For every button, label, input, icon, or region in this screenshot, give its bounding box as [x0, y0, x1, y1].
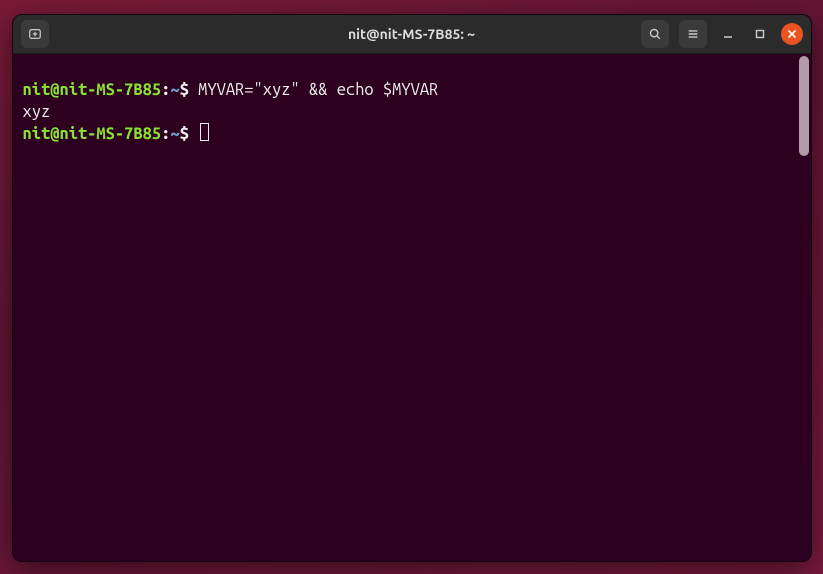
search-icon — [648, 27, 662, 41]
close-button[interactable] — [781, 23, 803, 45]
prompt-symbol: $ — [180, 125, 189, 143]
hamburger-icon — [686, 27, 700, 41]
prompt-sep: : — [161, 81, 170, 99]
terminal-window: nit@nit-MS-7B85: ~ — [12, 14, 812, 562]
prompt-path: ~ — [170, 81, 179, 99]
new-tab-button[interactable] — [21, 20, 49, 48]
search-button[interactable] — [641, 20, 669, 48]
prompt-user-host: nit@nit-MS-7B85 — [23, 81, 162, 99]
scrollbar-thumb[interactable] — [799, 56, 809, 156]
minimize-button[interactable] — [717, 23, 739, 45]
prompt-sep: : — [161, 125, 170, 143]
maximize-button[interactable] — [749, 23, 771, 45]
prompt-symbol: $ — [180, 81, 189, 99]
minimize-icon — [722, 28, 734, 40]
cursor — [200, 123, 209, 141]
command-line-1: MYVAR="xyz" && echo $MYVAR — [198, 81, 438, 99]
terminal-body[interactable]: nit@nit-MS-7B85:~$ MYVAR="xyz" && echo $… — [13, 54, 811, 561]
menu-button[interactable] — [679, 20, 707, 48]
prompt-user-host: nit@nit-MS-7B85 — [23, 125, 162, 143]
output-line-1: xyz — [23, 103, 51, 121]
prompt-path: ~ — [170, 125, 179, 143]
close-icon — [787, 29, 797, 39]
new-tab-icon — [28, 27, 42, 41]
desktop: nit@nit-MS-7B85: ~ — [0, 0, 823, 574]
titlebar[interactable]: nit@nit-MS-7B85: ~ — [13, 15, 811, 54]
maximize-icon — [754, 28, 766, 40]
